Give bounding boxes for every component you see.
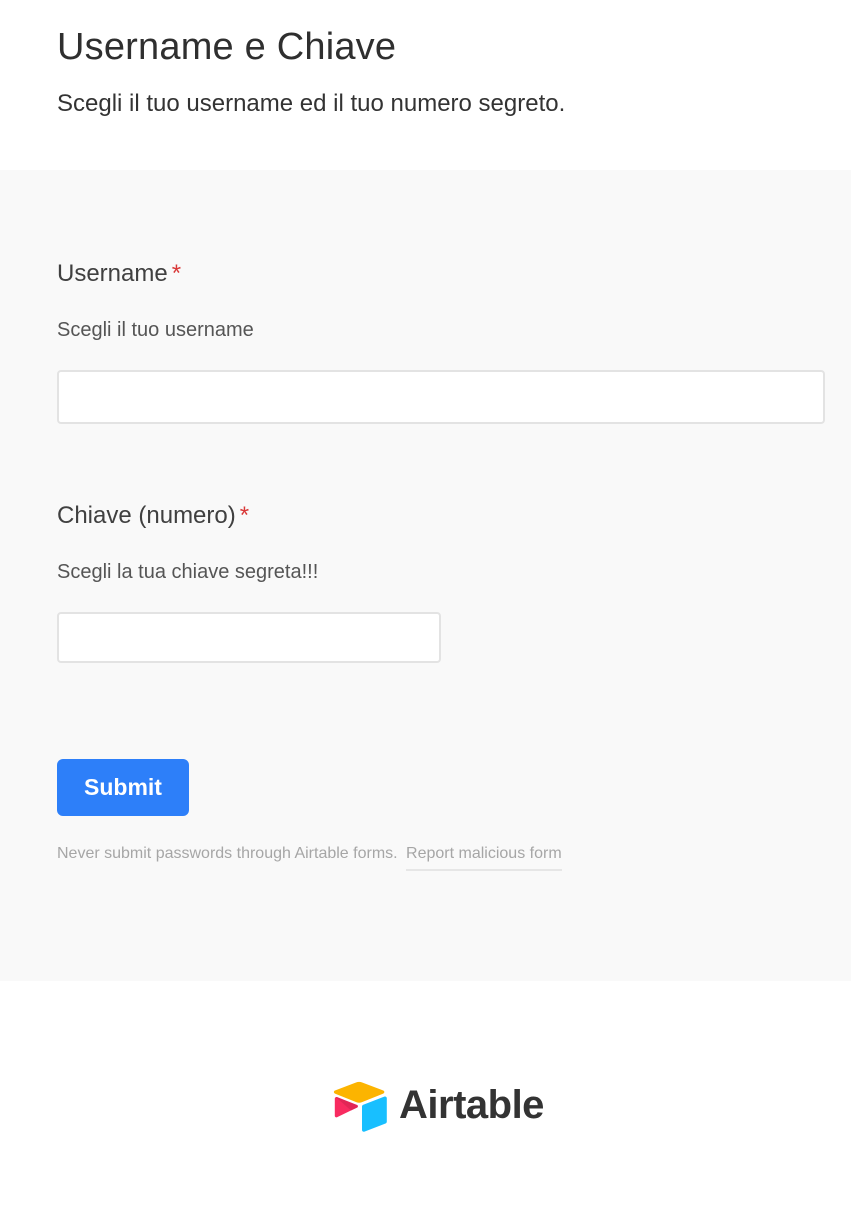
form-body: Username * Scegli il tuo username Chiave … xyxy=(0,170,851,981)
submit-button[interactable]: Submit xyxy=(57,759,189,816)
chiave-label-text: Chiave (numero) xyxy=(57,502,236,529)
form-title: Username e Chiave xyxy=(57,26,397,68)
form-footer: Airtable xyxy=(0,981,851,1216)
airtable-logo[interactable]: Airtable xyxy=(329,1081,554,1133)
chiave-required-mark: * xyxy=(239,502,250,529)
form-header: Username e Chiave Scegli il tuo username… xyxy=(0,0,851,170)
chiave-input[interactable] xyxy=(57,612,441,663)
username-field-description: Scegli il tuo username xyxy=(57,319,254,341)
username-required-mark: * xyxy=(171,260,182,287)
password-notice-text: Never submit passwords through Airtable … xyxy=(57,845,398,862)
username-field-label: Username * xyxy=(57,260,181,288)
report-malicious-form-link[interactable]: Report malicious form xyxy=(406,845,562,871)
password-notice: Never submit passwords through Airtable … xyxy=(57,845,562,871)
chiave-field-description: Scegli la tua chiave segreta!!! xyxy=(57,561,319,583)
chiave-field-label: Chiave (numero) * xyxy=(57,502,249,530)
username-label-text: Username xyxy=(57,260,168,287)
form-subtitle: Scegli il tuo username ed il tuo numero … xyxy=(57,90,566,117)
username-input[interactable] xyxy=(57,370,825,424)
airtable-logo-icon xyxy=(333,1081,387,1132)
airtable-logo-text: Airtable xyxy=(399,1083,544,1127)
airtable-form-page: Username e Chiave Scegli il tuo username… xyxy=(0,0,851,1216)
